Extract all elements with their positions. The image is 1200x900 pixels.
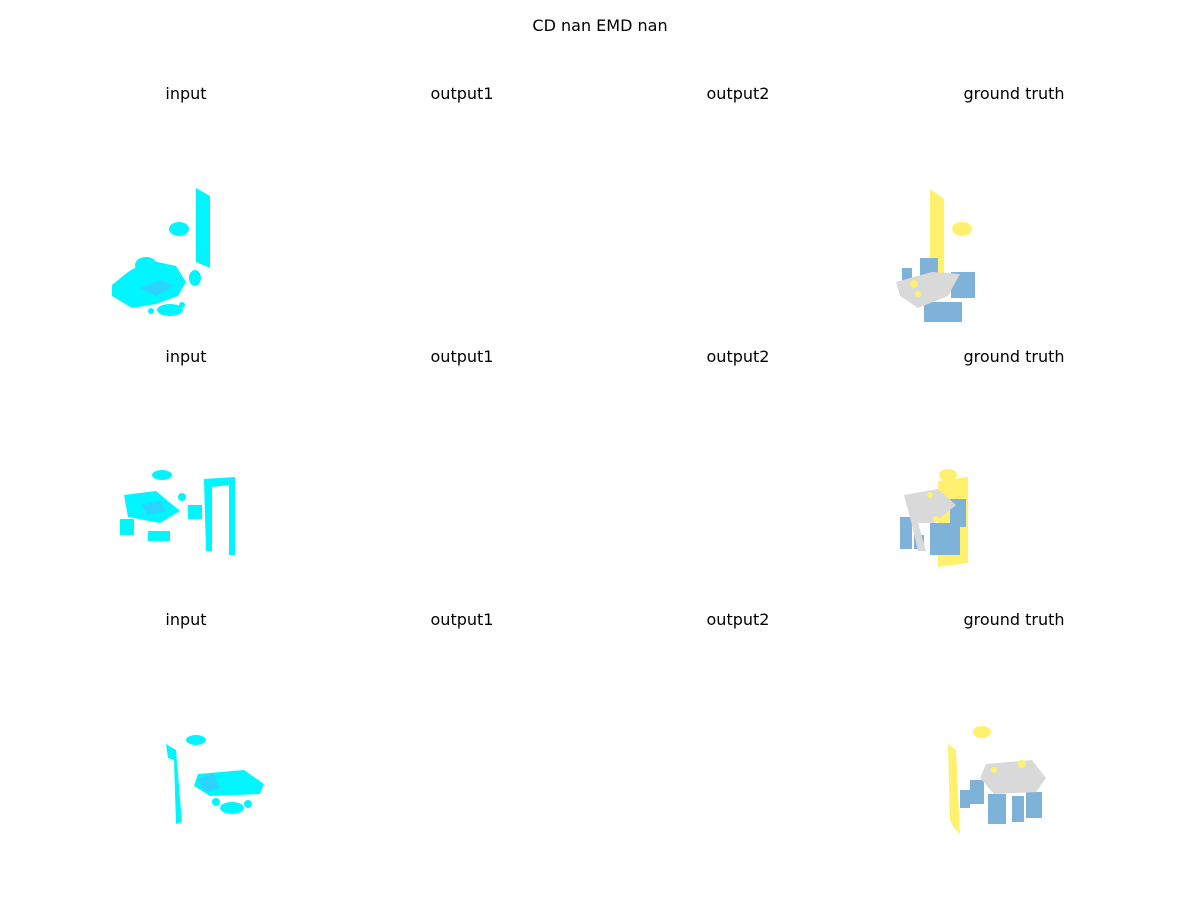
gt-object-points (939, 469, 957, 481)
gt-wall-points (991, 767, 997, 773)
gt-wall-points (927, 492, 933, 498)
gt-chair-points (970, 780, 984, 804)
panel-grid: input output1 output2 ground truth input… (48, 82, 1152, 900)
gt-table-points (980, 760, 1046, 794)
panel-row1-output2: output2 (600, 82, 876, 345)
gt-object-points (973, 726, 991, 738)
panel-row2-ground-truth: ground truth (876, 345, 1152, 608)
panel-title: output1 (430, 347, 494, 366)
input-point-cloud (120, 470, 235, 555)
gt-wall-points (933, 516, 939, 522)
panel-title: output1 (430, 610, 494, 629)
ground-truth-point-cloud (948, 726, 1046, 834)
input-object-points (186, 735, 206, 745)
input-chair-points (188, 505, 202, 519)
gt-chair-points (960, 790, 970, 808)
input-object-points (169, 222, 189, 236)
input-chair-points (179, 302, 185, 308)
gt-wall-points (910, 280, 918, 288)
input-wall-points (204, 477, 235, 555)
panel-row1-input: input (48, 82, 324, 345)
gt-wall-points (915, 291, 921, 297)
input-chair-points (212, 798, 220, 806)
ground-truth-point-cloud (900, 469, 968, 567)
input-chair-points (244, 800, 252, 808)
gt-chair-points (1012, 796, 1024, 822)
panel-title: output2 (706, 347, 770, 366)
input-wall-points (166, 744, 182, 824)
panel-row2-output2: output2 (600, 345, 876, 608)
input-chair-points (157, 304, 183, 316)
input-chair-points (189, 270, 201, 286)
ground-truth-point-cloud (896, 189, 975, 322)
panel-row2-output1: output1 (324, 345, 600, 608)
input-chair-points (178, 493, 186, 501)
gt-object-points (952, 222, 972, 236)
panel-title: output2 (706, 610, 770, 629)
panel-row1-output1: output1 (324, 82, 600, 345)
panel-row3-ground-truth: ground truth (876, 608, 1152, 871)
panel-row2-input: input (48, 345, 324, 608)
gt-chair-points (900, 517, 912, 549)
gt-chair-points (988, 794, 1006, 824)
input-chair-points (135, 257, 157, 273)
gt-chair-points (1026, 792, 1042, 818)
input-chair-points (220, 802, 244, 814)
input-object-points (152, 470, 172, 480)
input-wall-points (196, 188, 210, 268)
panel-row3-output2: output2 (600, 608, 876, 871)
gt-wall-points (1018, 760, 1026, 768)
figure-title: CD nan EMD nan (532, 16, 668, 35)
gt-chair-points (924, 302, 962, 322)
panel-title: output2 (706, 84, 770, 103)
gt-chair-points (930, 523, 960, 555)
gt-wall-points (948, 744, 960, 834)
input-point-cloud (112, 188, 210, 316)
panel-row3-output1: output1 (324, 608, 600, 871)
panel-row1-ground-truth: ground truth (876, 82, 1152, 345)
input-chair-points (120, 519, 134, 535)
input-chair-points (148, 308, 154, 314)
panel-row3-input: input (48, 608, 324, 871)
panel-title: output1 (430, 84, 494, 103)
input-chair-points (148, 531, 170, 541)
input-point-cloud (166, 735, 264, 824)
